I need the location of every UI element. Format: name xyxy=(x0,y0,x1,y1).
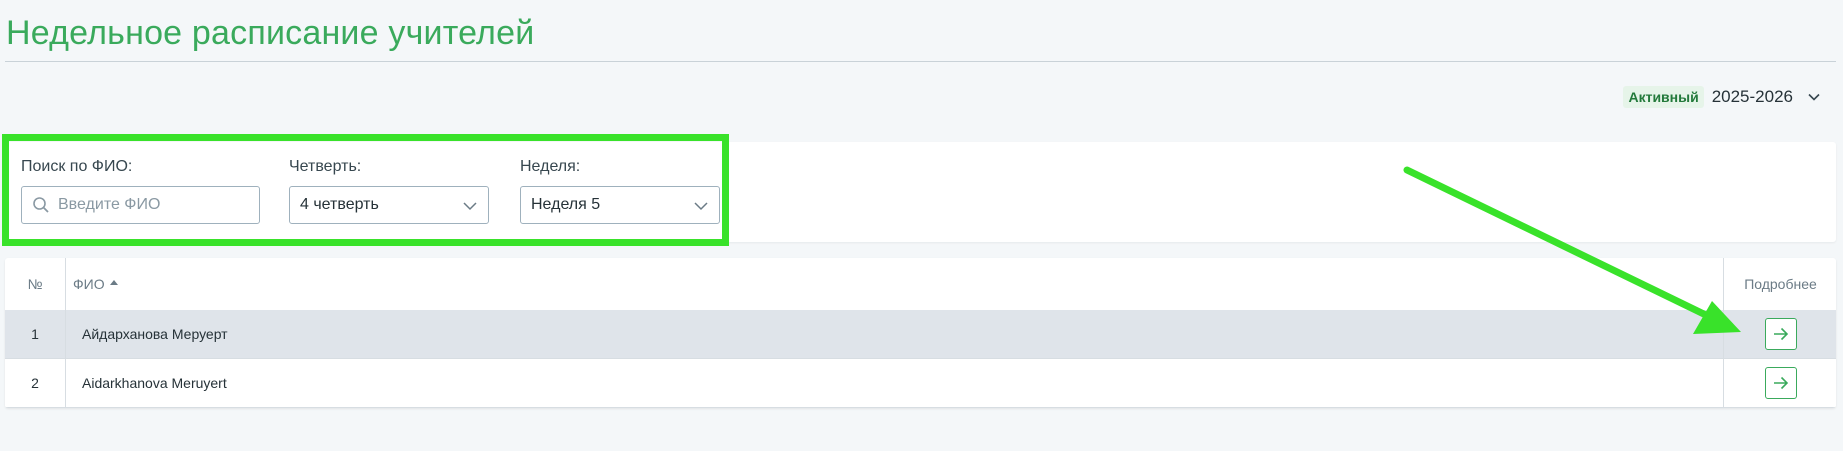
teachers-table: № ФИО Подробнее 1 Айдарханова Меруерт 2 … xyxy=(5,258,1836,408)
arrow-right-icon xyxy=(1773,376,1788,390)
teacher-name: Aidarkhanova Meruyert xyxy=(82,375,227,391)
teacher-name: Айдарханова Меруерт xyxy=(82,326,228,342)
title-divider xyxy=(5,61,1836,62)
quarter-filter: Четверть: 4 четверть xyxy=(289,158,489,224)
sort-ascending-icon[interactable] xyxy=(109,278,119,286)
chevron-down-icon xyxy=(694,202,708,211)
table-row[interactable]: 1 Айдарханова Меруерт xyxy=(5,310,1836,359)
details-cell xyxy=(1723,359,1836,407)
details-button[interactable] xyxy=(1764,318,1797,350)
table-row[interactable]: 2 Aidarkhanova Meruyert xyxy=(5,359,1836,408)
row-number: 2 xyxy=(5,359,66,407)
status-badge: Активный xyxy=(1623,86,1704,108)
search-input[interactable] xyxy=(56,195,240,215)
search-filter: Поиск по ФИО: xyxy=(21,158,260,224)
week-select-value: Неделя 5 xyxy=(531,196,601,213)
column-header-num: № xyxy=(5,258,66,310)
arrow-right-icon xyxy=(1773,327,1788,341)
table-header-row: № ФИО Подробнее xyxy=(5,258,1836,311)
quarter-label: Четверть: xyxy=(289,158,362,175)
quarter-select[interactable]: 4 четверть xyxy=(289,186,489,224)
week-label: Неделя: xyxy=(520,158,581,175)
column-header-name[interactable]: ФИО xyxy=(66,258,1722,310)
academic-year-selector[interactable]: Активный 2025-2026 xyxy=(1623,86,1821,108)
filter-panel: Поиск по ФИО: Четверть: 4 четверть Недел… xyxy=(5,142,1836,242)
column-header-name-label: ФИО xyxy=(73,276,105,292)
search-icon xyxy=(33,197,49,213)
academic-year-value: 2025-2026 xyxy=(1711,87,1793,106)
quarter-select-value: 4 четверть xyxy=(300,196,379,213)
search-label: Поиск по ФИО: xyxy=(21,158,133,175)
details-button[interactable] xyxy=(1764,367,1797,399)
search-field[interactable] xyxy=(21,186,260,224)
details-cell xyxy=(1723,310,1836,358)
chevron-down-icon xyxy=(463,202,477,211)
page-title: Недельное расписание учителей xyxy=(6,14,535,52)
week-select[interactable]: Неделя 5 xyxy=(520,186,720,224)
row-number: 1 xyxy=(5,310,66,358)
week-filter: Неделя: Неделя 5 xyxy=(520,158,720,224)
column-header-details: Подробнее xyxy=(1723,258,1836,310)
chevron-down-icon[interactable] xyxy=(1807,90,1821,104)
